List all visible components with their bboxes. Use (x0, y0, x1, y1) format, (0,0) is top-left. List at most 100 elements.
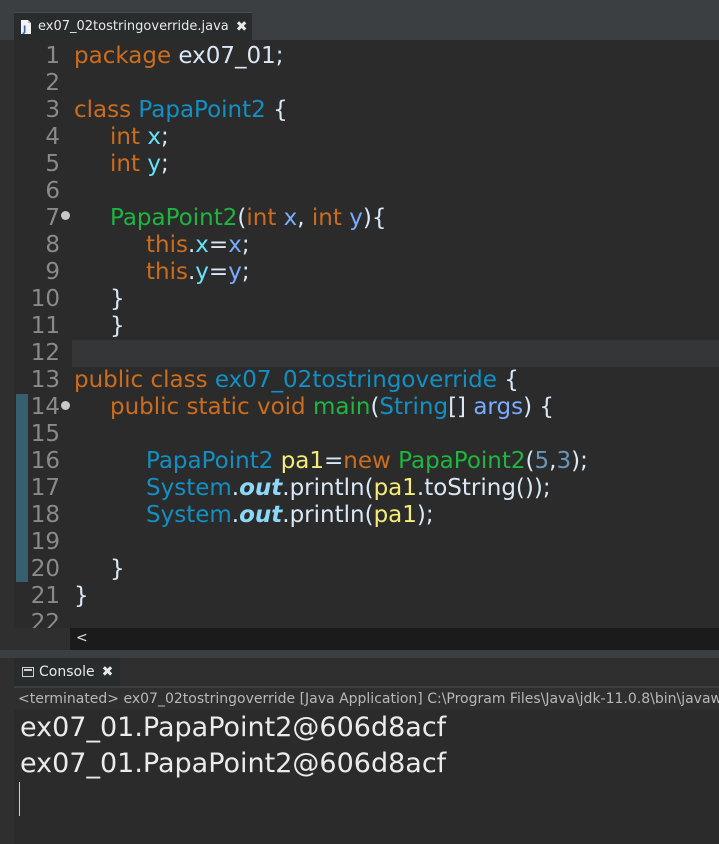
line-number: 5 (45, 151, 60, 177)
param-name: x (228, 232, 242, 258)
line-number: 1 (45, 43, 60, 69)
line-number: 20 (30, 556, 60, 582)
param-name: x (283, 205, 298, 231)
keyword: this (146, 259, 188, 285)
line-number: 12 (30, 340, 60, 366)
line-number: 18 (30, 502, 60, 528)
code-text: ; (160, 124, 169, 150)
code-text: ; (241, 232, 250, 258)
code-text: .println( (282, 502, 374, 528)
horizontal-scrollbar[interactable]: < (70, 628, 719, 650)
code-line-3: class PapaPoint2 { (74, 97, 288, 124)
field-name: x (195, 232, 209, 258)
param-name: args (473, 394, 524, 420)
code-text: , (297, 205, 312, 231)
class-name: PapaPoint2 (138, 97, 266, 123)
scroll-left-icon[interactable]: < (76, 630, 88, 646)
keyword: package (74, 43, 172, 69)
line-number: 21 (30, 583, 60, 609)
code-line-7: PapaPoint2(int x, int y){ (110, 205, 386, 232)
local-var: pa1 (373, 502, 417, 528)
field-name: x (147, 124, 161, 150)
code-text: . (231, 502, 240, 528)
line-number: 8 (45, 232, 60, 258)
code-editor[interactable]: 1 2 3 4 5 6 7 8 9 10 11 12 13 14 15 16 17 18 19 20 21 22 pack… (14, 40, 719, 628)
fold-toggle-icon[interactable] (61, 401, 70, 410)
line-number: 22 (30, 610, 60, 628)
code-text: [] (448, 394, 474, 420)
line-number: 2 (45, 70, 60, 96)
console-output[interactable]: ex07_01.PapaPoint2@606d8acf ex07_01.Papa… (14, 710, 719, 844)
code-text: = (208, 232, 229, 258)
class-name: System (146, 475, 232, 501)
keyword: public static void (110, 394, 306, 420)
keyword: this (146, 232, 188, 258)
keyword: public class (74, 367, 208, 393)
code-text: ( (525, 448, 535, 474)
static-field: out (239, 502, 283, 528)
local-var: pa1 (373, 475, 417, 501)
line-number: 7 (45, 205, 60, 231)
console-output-line: ex07_01.PapaPoint2@606d8acf (20, 748, 447, 779)
code-line-8: this.x=x; (146, 232, 250, 259)
code-line-18: System.out.println(pa1); (146, 502, 434, 529)
console-tab-bar (14, 686, 719, 688)
method-name: main (312, 394, 371, 420)
current-line-highlight (72, 340, 719, 367)
constructor-name: PapaPoint2 (398, 448, 526, 474)
code-text: ex07_01; (171, 43, 284, 69)
code-line-9: this.y=y; (146, 259, 250, 286)
code-line-4: int x; (110, 124, 169, 151)
code-text: ; (241, 259, 250, 285)
editor-tab-label: ex07_02tostringoverride.java (38, 19, 229, 34)
code-text: ) { (523, 394, 554, 420)
console-icon (22, 667, 34, 677)
line-number-gutter: 1 2 3 4 5 6 7 8 9 10 11 12 13 14 15 16 17 18 19 20 21 22 (14, 40, 72, 628)
code-line-11: } (110, 313, 125, 339)
code-text: ; (160, 151, 169, 177)
svg-text:J: J (22, 25, 26, 34)
line-number: 17 (30, 475, 60, 501)
code-text: ){ (362, 205, 387, 231)
line-number: 16 (30, 448, 60, 474)
fold-toggle-icon[interactable] (61, 211, 70, 220)
console-tab[interactable]: Console ✖ (14, 658, 120, 686)
class-name: PapaPoint2 (146, 448, 274, 474)
code-text: = (208, 259, 229, 285)
keyword: int (246, 205, 277, 231)
code-line-13: public class ex07_02tostringoverride { (74, 367, 519, 394)
code-text: . (231, 475, 240, 501)
line-number: 13 (30, 367, 60, 393)
panel-divider[interactable] (0, 650, 719, 658)
code-text: = (324, 448, 344, 474)
console-output-line: ex07_01.PapaPoint2@606d8acf (20, 712, 447, 743)
keyword: new (343, 448, 391, 474)
class-name: System (146, 502, 232, 528)
console-status: <terminated> ex07_02tostringoverride [Ja… (18, 691, 719, 707)
code-text: .println( (282, 475, 374, 501)
close-icon[interactable]: ✖ (102, 664, 114, 680)
number-literal: 3 (556, 448, 572, 474)
code-line-21: } (74, 583, 89, 609)
line-number: 3 (45, 97, 60, 123)
code-line-14: public static void main(String[] args) { (110, 394, 554, 421)
line-number: 10 (30, 286, 60, 312)
line-number: 6 (45, 178, 60, 204)
code-line-5: int y; (110, 151, 169, 178)
keyword: class (74, 97, 132, 123)
editor-tab[interactable]: J ex07_02tostringoverride.java ✖ (14, 12, 252, 40)
field-name: y (195, 259, 209, 285)
code-text: ); (571, 448, 588, 474)
code-line-16: PapaPoint2 pa1=new PapaPoint2(5,3); (146, 448, 588, 475)
constructor-name: PapaPoint2 (110, 205, 238, 231)
close-icon[interactable]: ✖ (236, 19, 248, 35)
field-name: y (147, 151, 161, 177)
code-line-1: package ex07_01; (74, 43, 284, 70)
code-text: ); (416, 502, 434, 528)
code-line-20: } (110, 556, 125, 582)
console-tab-label: Console (39, 664, 95, 680)
line-number: 9 (45, 259, 60, 285)
param-name: y (228, 259, 242, 285)
code-text: { (265, 97, 288, 123)
line-number: 19 (30, 529, 60, 555)
